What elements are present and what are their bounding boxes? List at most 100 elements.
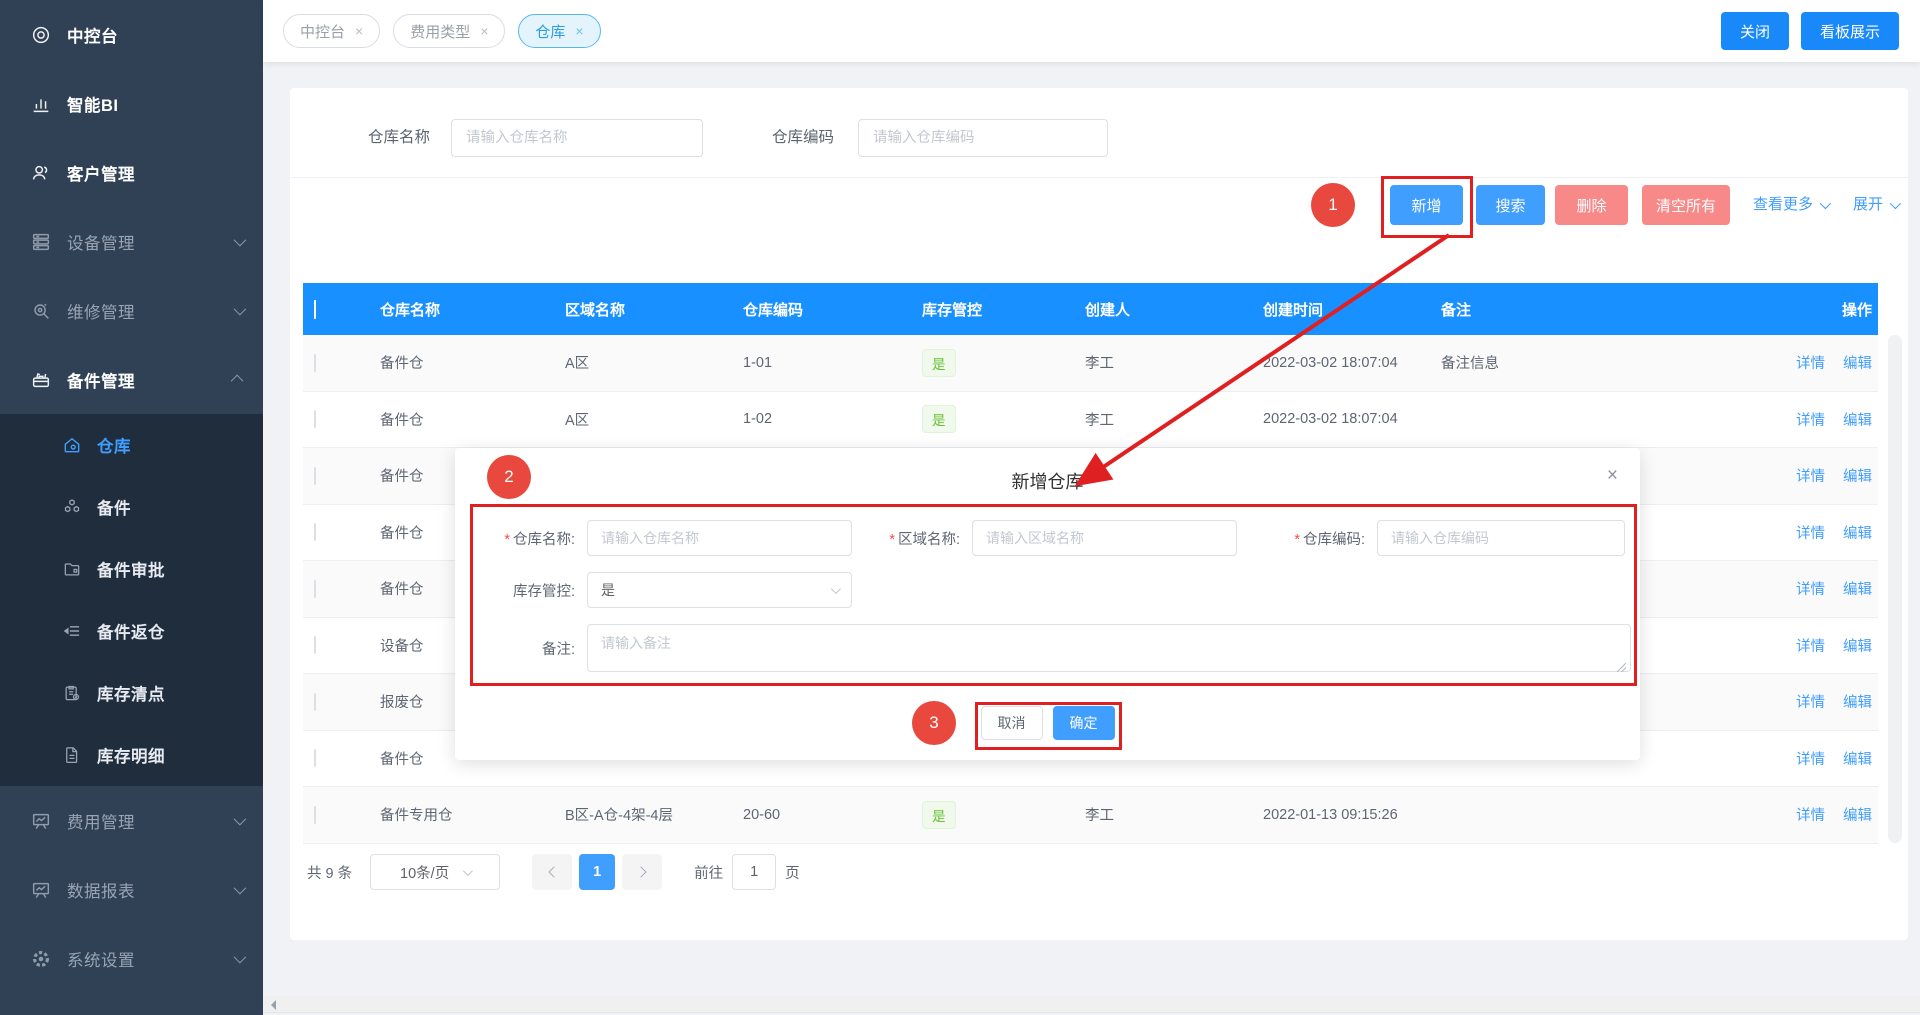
- warehouse-name-label: 仓库名称: [368, 119, 430, 157]
- topbar-actions: 关闭 看板展示: [1721, 12, 1899, 50]
- chevron-down-icon: [234, 234, 247, 247]
- chevron-down-icon: [234, 882, 247, 895]
- goto-page-input[interactable]: [732, 854, 776, 890]
- edit-link[interactable]: 编辑: [1843, 582, 1872, 598]
- detail-link[interactable]: 详情: [1796, 752, 1825, 768]
- field-label: *仓库名称:: [465, 528, 575, 549]
- field-warehouse-name: *仓库名称:: [465, 520, 852, 556]
- detail-link[interactable]: 详情: [1796, 526, 1825, 542]
- stock-control-badge: 是: [922, 405, 956, 433]
- select-all-checkbox[interactable]: [314, 300, 316, 319]
- expand-link[interactable]: 展开: [1853, 185, 1898, 225]
- sidebar-item-stocktake[interactable]: 库存清点: [0, 662, 263, 724]
- cancel-button[interactable]: 取消: [981, 706, 1043, 740]
- modal-warehouse-name-input[interactable]: [587, 520, 852, 556]
- column-header: 创建时间: [1263, 299, 1441, 320]
- edit-link[interactable]: 编辑: [1843, 695, 1872, 711]
- warehouse-name-input[interactable]: [451, 119, 703, 157]
- close-page-button[interactable]: 关闭: [1721, 12, 1789, 50]
- sidebar-item-reports[interactable]: 数据报表: [0, 855, 263, 924]
- detail-link[interactable]: 详情: [1796, 469, 1825, 485]
- sidebar-item-devices[interactable]: 设备管理: [0, 207, 263, 276]
- row-checkbox[interactable]: [314, 410, 316, 428]
- search-button[interactable]: 搜索: [1476, 185, 1545, 225]
- total-count: 共 9 条: [307, 862, 352, 883]
- sidebar-item-customers[interactable]: 客户管理: [0, 138, 263, 207]
- sidebar-item-parts[interactable]: 备件: [0, 476, 263, 538]
- edit-link[interactable]: 编辑: [1843, 356, 1872, 372]
- row-checkbox[interactable]: [314, 693, 316, 711]
- detail-link[interactable]: 详情: [1796, 582, 1825, 598]
- modal-area-name-input[interactable]: [972, 520, 1237, 556]
- cell-creator: 李工: [1085, 409, 1263, 430]
- prev-page-button[interactable]: [532, 854, 572, 890]
- scroll-left-arrow-icon: [271, 1000, 276, 1010]
- edit-link[interactable]: 编辑: [1843, 526, 1872, 542]
- view-more-link[interactable]: 查看更多: [1753, 185, 1828, 225]
- next-page-button[interactable]: [622, 854, 662, 890]
- sidebar-item-bi[interactable]: 智能BI: [0, 69, 263, 138]
- add-button[interactable]: 新增: [1390, 185, 1463, 225]
- column-header: 区域名称: [565, 299, 743, 320]
- stock-control-select[interactable]: 是: [587, 572, 852, 608]
- board-display-button[interactable]: 看板展示: [1801, 12, 1899, 50]
- current-page-button[interactable]: 1: [579, 854, 615, 890]
- sidebar-item-label: 费用管理: [67, 809, 234, 833]
- edit-link[interactable]: 编辑: [1843, 469, 1872, 485]
- detail-link[interactable]: 详情: [1796, 808, 1825, 824]
- edit-link[interactable]: 编辑: [1843, 639, 1872, 655]
- modal-warehouse-code-input[interactable]: [1377, 520, 1625, 556]
- sidebar-item-stock-detail[interactable]: 库存明细: [0, 724, 263, 786]
- tab-close-icon[interactable]: ×: [355, 23, 363, 39]
- cell-code: 1-01: [743, 355, 922, 371]
- row-checkbox[interactable]: [314, 523, 316, 541]
- sidebar-item-label: 库存明细: [97, 743, 165, 767]
- sidebar-item-parts-return[interactable]: 备件返仓: [0, 600, 263, 662]
- required-mark: *: [889, 532, 895, 548]
- confirm-button[interactable]: 确定: [1053, 706, 1115, 740]
- textarea-resize-handle[interactable]: [1617, 663, 1626, 672]
- vertical-scrollbar[interactable]: [1888, 335, 1902, 843]
- row-checkbox[interactable]: [314, 636, 316, 654]
- tab-expense-type[interactable]: 费用类型 ×: [393, 14, 505, 48]
- tab-close-icon[interactable]: ×: [480, 23, 488, 39]
- edit-link[interactable]: 编辑: [1843, 808, 1872, 824]
- column-header: 操作: [1743, 299, 1878, 320]
- modal-footer: 取消 确定: [455, 706, 1640, 740]
- detail-link[interactable]: 详情: [1796, 356, 1825, 372]
- tab-close-icon[interactable]: ×: [575, 23, 583, 39]
- row-checkbox[interactable]: [314, 749, 316, 767]
- column-header: 仓库名称: [380, 299, 565, 320]
- sidebar-item-repair[interactable]: 维修管理: [0, 276, 263, 345]
- warehouse-code-input[interactable]: [858, 119, 1108, 157]
- row-checkbox[interactable]: [314, 806, 316, 824]
- stocktake-icon: [62, 683, 82, 703]
- row-checkbox[interactable]: [314, 580, 316, 598]
- return-icon: [62, 621, 82, 641]
- page-size-select[interactable]: 10条/页: [370, 854, 500, 890]
- cell-creator: 李工: [1085, 804, 1263, 825]
- modal-note-textarea[interactable]: [587, 624, 1631, 672]
- sidebar-item-expense[interactable]: 费用管理: [0, 786, 263, 855]
- detail-link[interactable]: 详情: [1796, 639, 1825, 655]
- tab-warehouse[interactable]: 仓库 ×: [518, 14, 600, 48]
- row-checkbox[interactable]: [314, 354, 316, 372]
- edit-link[interactable]: 编辑: [1843, 752, 1872, 768]
- detail-link[interactable]: 详情: [1796, 695, 1825, 711]
- clear-all-button[interactable]: 清空所有: [1642, 185, 1730, 225]
- sidebar-item-spare-parts[interactable]: 备件管理: [0, 345, 263, 414]
- sidebar-item-label: 客户管理: [67, 161, 243, 185]
- delete-button[interactable]: 删除: [1555, 185, 1628, 225]
- detail-link[interactable]: 详情: [1796, 413, 1825, 429]
- sidebar-item-warehouse[interactable]: 仓库: [0, 414, 263, 476]
- edit-link[interactable]: 编辑: [1843, 413, 1872, 429]
- sidebar-item-console[interactable]: 中控台: [0, 0, 263, 69]
- row-checkbox[interactable]: [314, 467, 316, 485]
- sidebar-item-settings[interactable]: 系统设置: [0, 924, 263, 993]
- sidebar-item-label: 数据报表: [67, 878, 234, 902]
- modal-close-icon[interactable]: ×: [1607, 466, 1618, 485]
- tab-console[interactable]: 中控台 ×: [283, 14, 380, 48]
- horizontal-scrollbar[interactable]: [263, 996, 1920, 1013]
- sidebar-item-parts-approval[interactable]: 备件审批: [0, 538, 263, 600]
- expense-icon: [30, 810, 52, 832]
